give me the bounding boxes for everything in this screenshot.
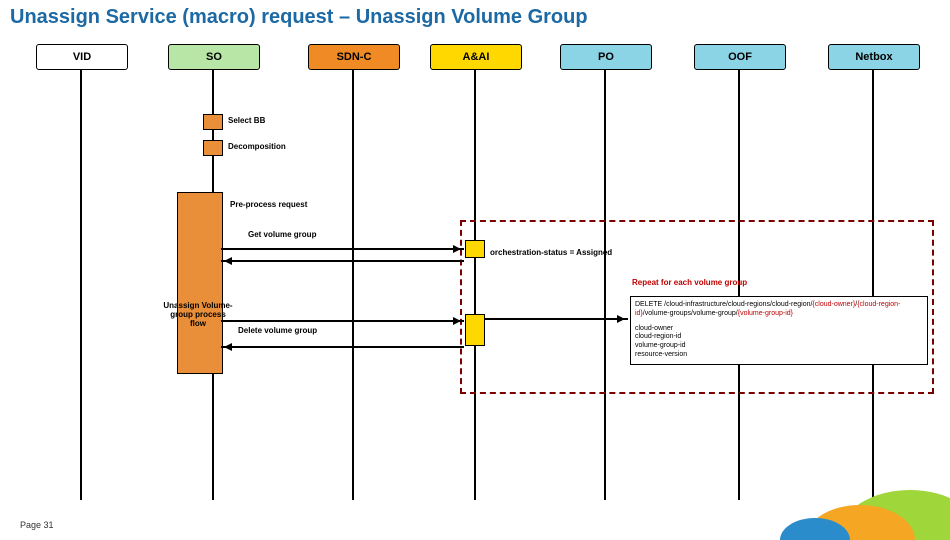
lane-aai: A&AI bbox=[430, 44, 522, 70]
api-param-1: cloud-region-id bbox=[635, 333, 923, 342]
lane-vid: VID bbox=[36, 44, 128, 70]
label-get-vg: Get volume group bbox=[248, 230, 316, 239]
arrow-delete-vg-ret bbox=[221, 346, 464, 348]
api-p3: {volume-group-id} bbox=[738, 310, 793, 317]
api-param-2: volume-group-id bbox=[635, 342, 923, 351]
lane-po: PO bbox=[560, 44, 652, 70]
page-title: Unassign Service (macro) request – Unass… bbox=[10, 6, 588, 29]
label-loop: Repeat for each volume group bbox=[632, 278, 747, 287]
decorative-clouds-icon bbox=[710, 440, 950, 540]
label-delete-vg: Delete volume group bbox=[238, 326, 317, 335]
slide-page: Unassign Service (macro) request – Unass… bbox=[0, 0, 950, 540]
activation-so-decompose bbox=[203, 140, 223, 156]
activation-aai-get bbox=[465, 240, 485, 258]
lane-netbox: Netbox bbox=[828, 44, 920, 70]
label-select-bb: Select BB bbox=[228, 116, 265, 125]
lifeline-vid bbox=[80, 70, 82, 500]
arrow-get-vg bbox=[221, 248, 464, 250]
arrow-get-vg-ret bbox=[221, 260, 464, 262]
activation-so-selectbb bbox=[203, 114, 223, 130]
page-number: Page 31 bbox=[20, 520, 54, 530]
api-param-3: resource-version bbox=[635, 351, 923, 360]
api-path-prefix: /cloud-infrastructure/cloud-regions/clou… bbox=[662, 301, 812, 308]
arrow-to-note bbox=[484, 318, 628, 320]
api-param-0: cloud-owner bbox=[635, 325, 923, 334]
api-method: DELETE bbox=[635, 301, 662, 308]
api-p1: {cloud-owner} bbox=[812, 301, 855, 308]
api-note: DELETE /cloud-infrastructure/cloud-regio… bbox=[630, 296, 928, 365]
label-preprocess: Pre-process request bbox=[230, 200, 307, 209]
arrow-delete-vg bbox=[221, 320, 464, 322]
api-mid: /volume-groups/volume-group/ bbox=[643, 310, 738, 317]
lifeline-sdnc bbox=[352, 70, 354, 500]
activation-so-flow bbox=[177, 192, 223, 374]
api-note-line1: DELETE /cloud-infrastructure/cloud-regio… bbox=[635, 301, 923, 319]
label-orch-status: orchestration-status = Assigned bbox=[490, 248, 620, 257]
label-decompose: Decomposition bbox=[228, 142, 286, 151]
lane-sdnc: SDN-C bbox=[308, 44, 400, 70]
lane-so: SO bbox=[168, 44, 260, 70]
activation-aai-del bbox=[465, 314, 485, 346]
label-flow-name: Unassign Volume-group process flow bbox=[163, 302, 233, 328]
lane-oof: OOF bbox=[694, 44, 786, 70]
